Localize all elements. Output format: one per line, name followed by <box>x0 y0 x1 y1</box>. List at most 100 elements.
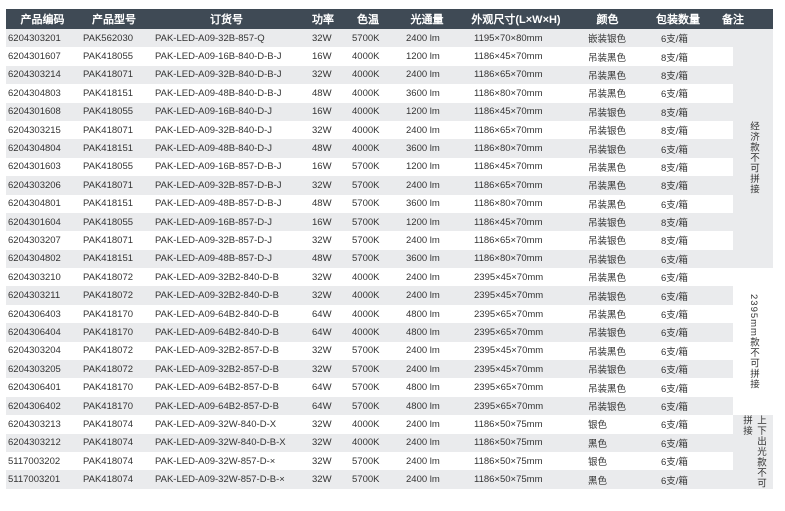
table-cell: 吊装黑色 <box>588 70 627 82</box>
table-cell: 5700K <box>352 253 380 265</box>
table-row: 6204304802 PAK418151 PAK-LED-A09-48B-857-D… <box>6 249 773 269</box>
table-cell: 64W <box>312 308 332 320</box>
table-cell: PAK418055 <box>83 51 134 63</box>
table-cell: 6204304801 <box>8 198 61 210</box>
table-row: 6204303204 PAK418072 PAK-LED-A09-32B2-857-… <box>6 341 773 361</box>
table-cell: PAK418072 <box>83 363 134 375</box>
table-cell: 16W <box>312 216 332 228</box>
table-row: 6204303214 PAK418071 PAK-LED-A09-32B-840-D… <box>6 65 773 85</box>
table-cell: 8支/箱 <box>661 70 688 82</box>
table-cell: PAK418072 <box>83 290 134 302</box>
table-cell: 吊装银色 <box>588 144 627 156</box>
table-cell: PAK418074 <box>83 418 134 430</box>
table-cell: 4000K <box>352 326 380 338</box>
table-cell: PAK418071 <box>83 179 134 191</box>
remark-text: 上下出光款不可拼接 <box>741 415 766 489</box>
table-cell: 4800 lm <box>406 382 440 394</box>
table-header: 产品编码 产品型号 订货号 功率 色温 光通量 外观尺寸(L×W×H) 颜色 包装数量 备注 <box>6 9 773 29</box>
table-cell: 吊装黑色 <box>588 199 627 211</box>
table-cell: PAK-LED-A09-32B-840-D-J <box>155 124 273 136</box>
table-cell: 6支/箱 <box>661 383 688 395</box>
table-cell: 吊装银色 <box>588 218 627 230</box>
table-cell: 2395×65×70mm <box>474 308 544 320</box>
table-cell: 5700K <box>352 382 380 394</box>
table-cell: 6204306404 <box>8 326 61 338</box>
table-cell: 1200 lm <box>406 51 440 63</box>
table-cell: PAK-LED-A09-16B-857-D-B-J <box>155 161 282 173</box>
table-cell: 6204304803 <box>8 87 61 99</box>
table-cell: 2400 lm <box>406 474 440 486</box>
table-cell: 1186×65×70mm <box>474 69 543 81</box>
table-cell: 6支/箱 <box>661 475 688 487</box>
table-cell: 6支/箱 <box>661 438 688 450</box>
table-cell: 6支/箱 <box>661 328 688 340</box>
table-cell: 1186×45×70mm <box>474 161 543 173</box>
table-cell: PAK418170 <box>83 400 134 412</box>
table-cell: PAK-LED-A09-32W-857-D-× <box>155 455 276 467</box>
table-cell: PAK418072 <box>83 345 134 357</box>
table-cell: PAK-LED-A09-16B-840-D-B-J <box>155 51 282 63</box>
table-cell: 吊装银色 <box>588 126 627 138</box>
column-header: 功率 <box>312 14 334 26</box>
table-cell: 2400 lm <box>406 290 440 302</box>
table-cell: PAK-LED-A09-32B-840-D-B-J <box>155 69 282 81</box>
table-cell: 64W <box>312 400 332 412</box>
table-cell: 4000K <box>352 143 380 155</box>
table-cell: 2400 lm <box>406 234 440 246</box>
column-header: 产品编码 <box>20 14 65 26</box>
table-cell: 6支/箱 <box>661 199 688 211</box>
table-row: 6204301607 PAK418055 PAK-LED-A09-16B-840-D… <box>6 47 773 66</box>
table-cell: 16W <box>312 161 332 173</box>
table-cell: PAK418151 <box>83 198 134 210</box>
table-cell: 1186×50×75mm <box>474 437 543 449</box>
table-row: 6204303212 PAK418074 PAK-LED-A09-32W-840-D… <box>6 433 773 452</box>
table-cell: 6支/箱 <box>661 420 688 432</box>
table-cell: 6204301608 <box>8 106 61 118</box>
table-cell: PAK-LED-A09-32W-840-D-X <box>155 418 277 430</box>
table-cell: 6204306403 <box>8 308 61 320</box>
table-row: 6204303206 PAK418071 PAK-LED-A09-32B-857-D… <box>6 176 773 195</box>
table-cell: 32W <box>312 124 332 136</box>
table-cell: 4000K <box>352 271 380 283</box>
table-cell: PAK418151 <box>83 87 134 99</box>
table-cell: 吊装黑色 <box>588 310 627 322</box>
table-cell: 6204303212 <box>8 437 61 449</box>
table-cell: 6204303205 <box>8 363 61 375</box>
table-cell: 6204303210 <box>8 271 61 283</box>
table-cell: 48W <box>312 143 332 155</box>
table-cell: 5700K <box>352 455 380 467</box>
table-cell: PAK-LED-A09-32B-857-Q <box>155 32 265 44</box>
table-cell: 8支/箱 <box>661 181 688 193</box>
table-cell: PAK418151 <box>83 143 134 155</box>
table-cell: 5117003202 <box>8 455 61 467</box>
table-cell: PAK-LED-A09-48B-857-D-J <box>155 253 273 265</box>
table-cell: 6支/箱 <box>661 34 688 46</box>
table-cell: 2400 lm <box>406 418 440 430</box>
table-cell: 吊装银色 <box>588 291 627 303</box>
table-cell: 吊装银色 <box>588 328 627 340</box>
table-cell: 4000K <box>352 106 380 118</box>
table-cell: 吊装黑色 <box>588 383 627 395</box>
table-cell: 4000K <box>352 437 380 449</box>
table-cell: 6支/箱 <box>661 402 688 413</box>
table-cell: 2400 lm <box>406 363 440 375</box>
table-cell: PAK418074 <box>83 437 134 449</box>
table-cell: 8支/箱 <box>661 107 688 119</box>
remark-text: 2395mm款不可拼接 <box>748 294 759 390</box>
table-cell: 32W <box>312 179 332 191</box>
remark-text: 经济款不可拼接 <box>748 121 759 195</box>
table-cell: 32W <box>312 32 332 44</box>
table-cell: 5700K <box>352 198 380 210</box>
table-cell: 2395×45×70mm <box>474 363 544 375</box>
table-cell: PAK-LED-A09-64B2-840-D-B <box>155 326 279 338</box>
table-cell: PAK-LED-A09-48B-857-D-B-J <box>155 198 282 210</box>
remark-cell: 上下出光款不可拼接 <box>733 415 773 489</box>
table-cell: 6支/箱 <box>661 291 688 303</box>
remark-cell: 2395mm款不可拼接 <box>733 268 773 416</box>
table-cell: 1200 lm <box>406 216 440 228</box>
table-cell: 32W <box>312 234 332 246</box>
table-cell: 32W <box>312 69 332 81</box>
table-cell: 1186×50×75mm <box>474 474 543 486</box>
table-cell: 1186×45×70mm <box>474 51 543 63</box>
table-cell: PAK418071 <box>83 124 134 136</box>
